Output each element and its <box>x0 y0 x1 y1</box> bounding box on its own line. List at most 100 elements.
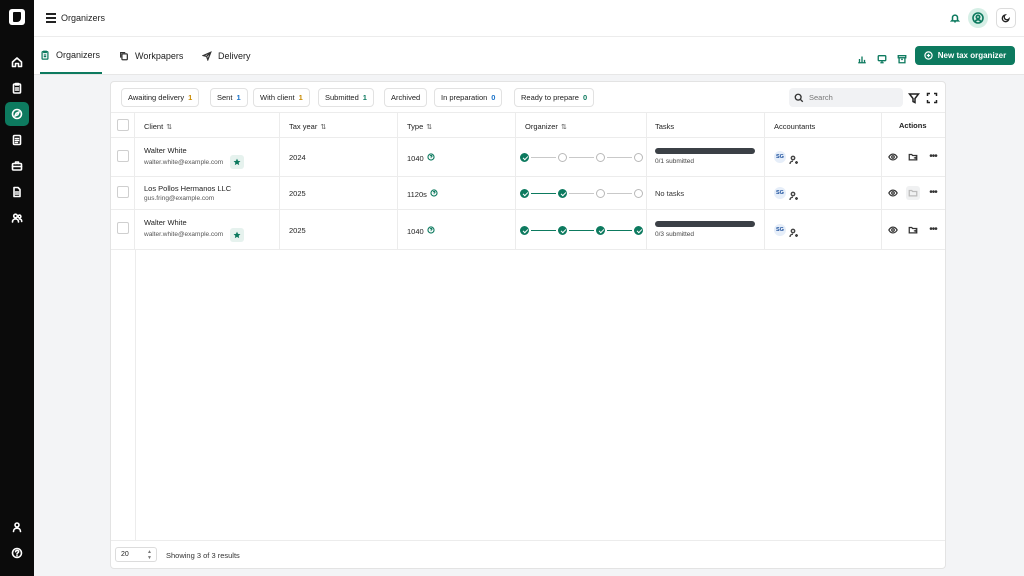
monitor-icon[interactable] <box>877 51 887 64</box>
briefcase-icon[interactable] <box>5 154 29 178</box>
tab-workpapers[interactable]: Workpapers <box>119 37 183 74</box>
filter-label: With client <box>260 93 295 102</box>
more-options-icon[interactable]: ••• <box>926 222 940 236</box>
accountant-avatar[interactable]: SG <box>774 224 786 236</box>
new-tax-organizer-button[interactable]: New tax organizer <box>915 46 1015 65</box>
view-eye-icon[interactable] <box>886 150 900 164</box>
form-type: 1040 <box>407 153 424 163</box>
home-icon[interactable] <box>5 50 29 74</box>
row-checkbox[interactable] <box>117 222 129 234</box>
tasks-cell: 0/1 submitted <box>647 138 765 176</box>
row-checkbox[interactable] <box>117 186 129 198</box>
header-client[interactable]: Client ⇅ <box>135 113 280 137</box>
help-circle-icon[interactable] <box>427 153 435 163</box>
assign-user-icon[interactable] <box>789 152 799 165</box>
filter-with-client[interactable]: With client 1 <box>253 88 310 107</box>
star-icon[interactable] <box>230 228 244 242</box>
archive-icon[interactable] <box>897 51 907 64</box>
client-email: walter.white@example.com <box>144 159 224 166</box>
header-label: Tax year <box>289 122 318 131</box>
help-circle-icon[interactable] <box>430 189 438 199</box>
form-type: 1120s <box>407 189 427 199</box>
row-checkbox[interactable] <box>117 150 129 162</box>
table-header-row: Client ⇅ Tax year ⇅ Type ⇅ Organizer ⇅ Tasks… <box>111 112 945 138</box>
users-icon[interactable] <box>5 206 29 230</box>
select-all-checkbox[interactable] <box>117 119 129 131</box>
sort-icon: ⇅ <box>426 123 433 131</box>
profile-icon[interactable] <box>5 515 29 539</box>
client-name[interactable]: Walter White <box>144 146 187 155</box>
type-cell: 1040 <box>398 138 516 176</box>
view-eye-icon[interactable] <box>886 186 900 200</box>
organizer-step-connector <box>607 193 632 194</box>
file-text-icon[interactable] <box>5 180 29 204</box>
filter-icon[interactable] <box>907 91 921 104</box>
step-complete-icon <box>558 189 567 198</box>
organizer-step-connector <box>569 157 594 158</box>
filter-ready-to-prepare[interactable]: Ready to prepare 0 <box>514 88 595 107</box>
help-icon[interactable] <box>5 541 29 565</box>
client-name[interactable]: Walter White <box>144 218 187 227</box>
accountant-avatar[interactable]: SG <box>774 151 786 163</box>
filter-awaiting-delivery[interactable]: Awaiting delivery 1 <box>121 88 200 107</box>
client-cell: Walter White walter.white@example.com <box>135 210 280 249</box>
menu-icon[interactable] <box>46 13 56 23</box>
header-type[interactable]: Type ⇅ <box>398 113 516 137</box>
move-folder-icon[interactable] <box>906 223 920 237</box>
tax-year-cell: 2025 <box>280 177 398 209</box>
tab-label: Organizers <box>56 49 101 60</box>
moon-icon[interactable] <box>996 8 1016 28</box>
header-tasks: Tasks <box>647 113 765 137</box>
app-logo[interactable] <box>9 9 25 25</box>
step-pending-icon <box>634 189 643 198</box>
table-row[interactable]: Walter White walter.white@example.com 20… <box>111 138 945 177</box>
tab-organizers[interactable]: Organizers <box>40 37 102 74</box>
organizer-progress <box>520 225 644 237</box>
filter-in-preparation[interactable]: In preparation 0 <box>434 88 503 107</box>
step-pending-icon <box>596 189 605 198</box>
filter-sent[interactable]: Sent 1 <box>210 88 248 107</box>
filter-label: Archived <box>391 93 421 102</box>
table-row[interactable]: Walter White walter.white@example.com 20… <box>111 210 945 250</box>
view-eye-icon[interactable] <box>886 223 900 237</box>
filter-submitted[interactable]: Submitted 1 <box>318 88 374 107</box>
row-select-cell <box>111 177 135 209</box>
clipboard-icon[interactable] <box>5 76 29 100</box>
document-icon[interactable] <box>5 128 29 152</box>
sort-icon: ⇅ <box>320 123 327 131</box>
more-options-icon[interactable]: ••• <box>926 149 940 163</box>
tasks-status: 0/3 submitted <box>655 231 695 238</box>
accountant-avatar[interactable]: SG <box>774 187 786 199</box>
filter-count: 1 <box>188 93 193 102</box>
star-icon[interactable] <box>230 155 244 169</box>
filter-archived[interactable]: Archived <box>384 88 428 107</box>
more-options-icon[interactable]: ••• <box>926 185 940 199</box>
move-folder-icon[interactable] <box>906 150 920 164</box>
header-select-cell <box>111 113 135 137</box>
organizer-step-connector <box>569 193 594 194</box>
copy-icon <box>120 51 128 60</box>
page-size-select[interactable]: 20 ▲ ▼ <box>115 547 157 562</box>
assign-user-icon[interactable] <box>789 225 799 238</box>
step-pending-icon <box>558 153 567 162</box>
table-row[interactable]: Los Pollos Hermanos LLC gus.fring@exampl… <box>111 177 945 210</box>
header-tax-year[interactable]: Tax year ⇅ <box>280 113 398 137</box>
user-avatar-icon[interactable] <box>968 8 988 28</box>
expand-icon[interactable] <box>926 91 938 104</box>
tab-delivery[interactable]: Delivery <box>202 37 251 74</box>
tasks-cell: 0/3 submitted <box>647 210 765 249</box>
header-accountants: Accountants <box>765 113 882 137</box>
organizers-compass-icon[interactable] <box>5 102 29 126</box>
form-type: 1040 <box>407 226 424 236</box>
bell-icon[interactable] <box>948 11 962 25</box>
organizers-card: Awaiting delivery 1 Sent 1 With client 1 Su… <box>110 81 946 569</box>
search-icon <box>794 93 804 102</box>
search-input[interactable] <box>809 93 899 102</box>
help-circle-icon[interactable] <box>427 226 435 236</box>
chart-icon[interactable] <box>857 51 867 64</box>
client-name[interactable]: Los Pollos Hermanos LLC <box>144 184 231 193</box>
assign-user-icon[interactable] <box>789 188 799 201</box>
accountants-cell: SG <box>765 210 882 249</box>
tab-label: Delivery <box>218 50 251 61</box>
header-organizer[interactable]: Organizer ⇅ <box>516 113 647 137</box>
